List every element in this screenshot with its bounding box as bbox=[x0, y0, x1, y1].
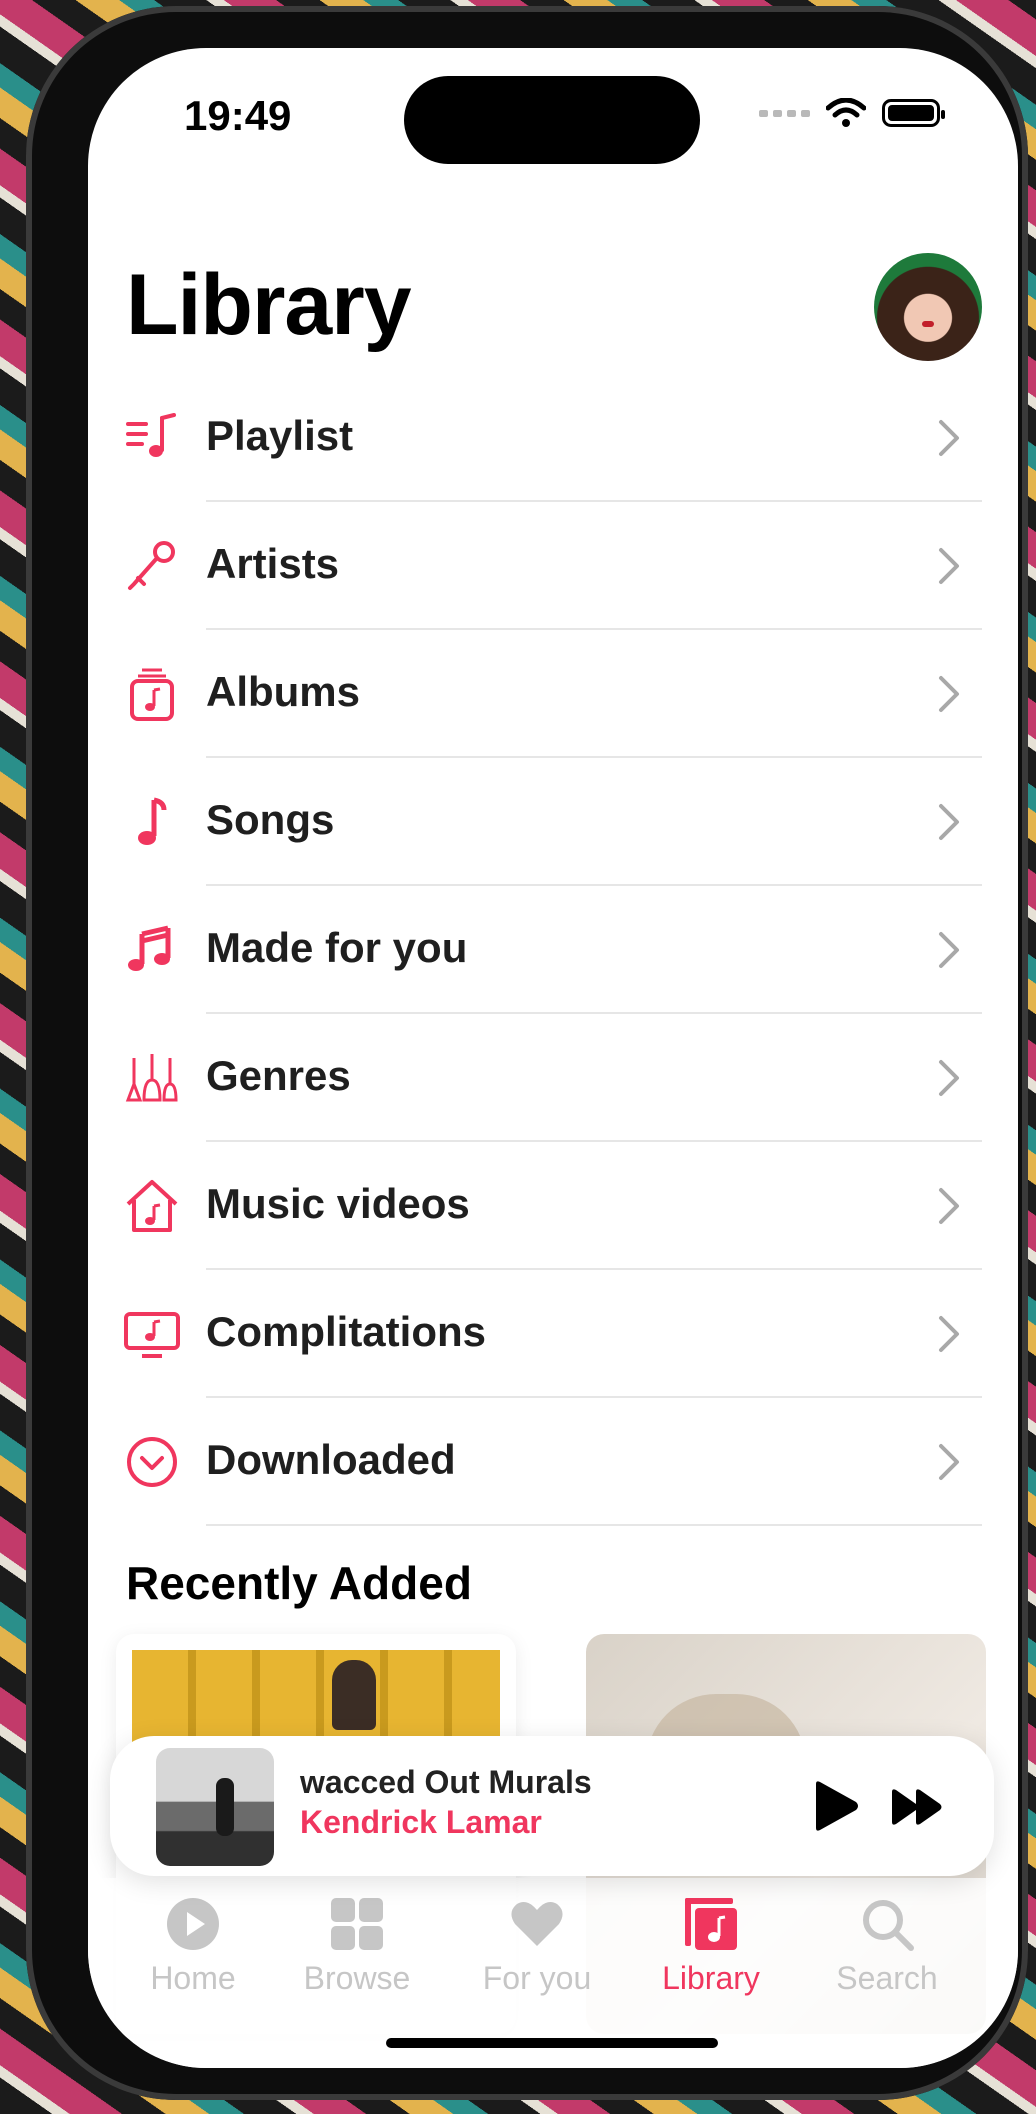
menu-item-label: Artists bbox=[206, 540, 340, 587]
music-notes-icon bbox=[128, 925, 171, 971]
now-playing-artist: Kendrick Lamar bbox=[300, 1804, 542, 1840]
chevron-right-icon bbox=[939, 1316, 959, 1352]
menu-item-songs[interactable]: Songs bbox=[88, 758, 1018, 886]
tab-library[interactable]: Library bbox=[636, 1896, 786, 1997]
now-playing-title: wacced Out Murals bbox=[300, 1764, 592, 1800]
menu-item-label: Playlist bbox=[206, 412, 354, 459]
heart-icon bbox=[511, 1902, 563, 1946]
wifi-icon bbox=[826, 98, 866, 127]
library-icon bbox=[685, 1898, 737, 1950]
tab-label: Browse bbox=[303, 1960, 411, 1996]
recently-added-title: Recently Added bbox=[126, 1557, 472, 1609]
signal-icon bbox=[759, 109, 810, 117]
chevron-right-icon bbox=[939, 804, 959, 840]
menu-item-downloaded[interactable]: Downloaded bbox=[88, 1398, 1018, 1526]
menu-item-playlist[interactable]: Playlist bbox=[88, 374, 1018, 502]
album-artwork bbox=[132, 1650, 500, 1750]
menu-item-label: Albums bbox=[206, 668, 361, 715]
menu-item-label: Genres bbox=[206, 1052, 351, 1099]
dynamic-island bbox=[404, 76, 700, 164]
tab-label: Library bbox=[662, 1960, 760, 1996]
avatar[interactable] bbox=[874, 253, 982, 361]
chevron-right-icon bbox=[939, 1060, 959, 1096]
search-icon bbox=[863, 1900, 914, 1951]
phone-frame: 19:49 Library Playlist Artists Albums So… bbox=[26, 6, 1028, 2100]
menu-item-music-videos[interactable]: Music videos bbox=[88, 1142, 1018, 1270]
battery-icon bbox=[882, 99, 945, 127]
grid-icon bbox=[331, 1898, 383, 1950]
play-icon[interactable] bbox=[810, 1780, 860, 1832]
tab-home[interactable]: Home bbox=[118, 1896, 268, 1997]
chevron-right-icon bbox=[939, 548, 959, 584]
menu-item-complitations[interactable]: Complitations bbox=[88, 1270, 1018, 1398]
chevron-right-icon bbox=[939, 932, 959, 968]
chevron-right-icon bbox=[939, 420, 959, 456]
tab-label: For you bbox=[482, 1960, 592, 1996]
menu-item-label: Complitations bbox=[206, 1308, 486, 1355]
guitars-icon bbox=[125, 1054, 178, 1102]
album-icon bbox=[130, 668, 174, 721]
menu-item-label: Songs bbox=[206, 796, 335, 843]
menu-item-label: Downloaded bbox=[206, 1436, 456, 1483]
screen: 19:49 Library Playlist Artists Albums So… bbox=[88, 48, 1018, 2068]
microphone-icon bbox=[128, 541, 175, 590]
download-circle-icon bbox=[127, 1437, 177, 1487]
tab-search[interactable]: Search bbox=[812, 1896, 962, 1997]
divider bbox=[206, 1524, 982, 1526]
tab-label: Home bbox=[150, 1960, 236, 1996]
status-time: 19:49 bbox=[184, 92, 292, 139]
status-icons bbox=[759, 98, 945, 128]
home-indicator bbox=[386, 2038, 718, 2048]
menu-item-made-for-you[interactable]: Made for you bbox=[88, 886, 1018, 1014]
now-playing-artwork bbox=[156, 1748, 274, 1866]
menu-item-label: Made for you bbox=[206, 924, 468, 971]
tab-browse[interactable]: Browse bbox=[282, 1896, 432, 1997]
chevron-right-icon bbox=[939, 1444, 959, 1480]
menu-item-genres[interactable]: Genres bbox=[88, 1014, 1018, 1142]
playlist-icon bbox=[126, 413, 176, 457]
play-circle-icon bbox=[167, 1898, 219, 1950]
music-tv-icon bbox=[124, 1312, 180, 1358]
music-house-icon bbox=[126, 1180, 178, 1232]
music-note-icon bbox=[138, 797, 167, 845]
library-menu: Playlist Artists Albums Songs Made for y… bbox=[88, 374, 1018, 1526]
page-title: Library bbox=[126, 257, 412, 353]
menu-item-albums[interactable]: Albums bbox=[88, 630, 1018, 758]
menu-item-label: Music videos bbox=[206, 1180, 470, 1227]
mini-player[interactable]: wacced Out Murals Kendrick Lamar bbox=[110, 1736, 994, 1876]
tab-for-you[interactable]: For you bbox=[462, 1896, 612, 1997]
fast-forward-icon[interactable] bbox=[890, 1788, 944, 1826]
menu-item-artists[interactable]: Artists bbox=[88, 502, 1018, 630]
chevron-right-icon bbox=[939, 676, 959, 712]
tab-label: Search bbox=[836, 1960, 938, 1996]
chevron-right-icon bbox=[939, 1188, 959, 1224]
